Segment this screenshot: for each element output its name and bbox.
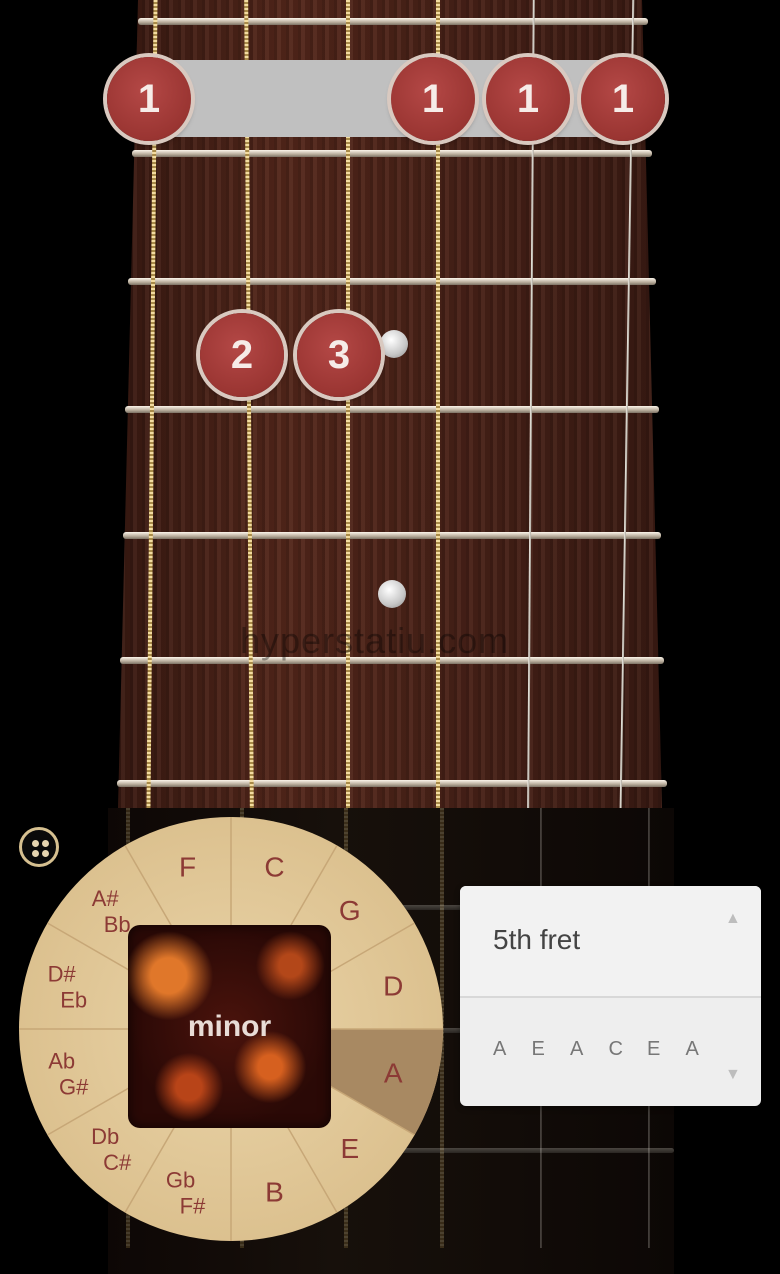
key-label: D <box>383 971 403 1002</box>
watermark: hyperstatiu.com <box>240 620 510 661</box>
key-label-top: Db <box>91 1124 119 1149</box>
key-label-top: A# <box>92 886 120 911</box>
key-label-top: Ab <box>48 1048 75 1073</box>
finger-marker[interactable]: 1 <box>581 57 665 141</box>
fret-position-label: 5th fret <box>493 924 581 955</box>
key-label-top: D# <box>48 962 77 987</box>
key-label-bottom: C# <box>103 1150 132 1175</box>
finger-marker[interactable]: 1 <box>107 57 191 141</box>
key-label-bottom: Eb <box>60 988 87 1013</box>
tuning-note: A <box>685 1038 700 1060</box>
key-b[interactable]: B <box>265 1176 284 1207</box>
key-label-bottom: F# <box>180 1193 206 1218</box>
key-d[interactable]: D <box>383 971 403 1002</box>
finger-marker[interactable]: 1 <box>486 57 570 141</box>
tuning-note: C <box>608 1038 624 1060</box>
key-label: G <box>339 895 361 926</box>
key-f[interactable]: F <box>179 852 196 883</box>
scroll-down-icon[interactable]: ▼ <box>725 1066 741 1084</box>
fret-position-picker[interactable]: 5th fret ▲ A E A C E A ▼ <box>460 886 761 1106</box>
tuning-note: A <box>570 1038 585 1060</box>
key-label: A <box>384 1057 403 1088</box>
finger-marker[interactable]: 2 <box>200 313 284 397</box>
fret-wire <box>117 780 667 787</box>
key-label-bottom: G# <box>59 1074 89 1099</box>
key-a[interactable]: A <box>384 1057 403 1088</box>
fret-wire <box>132 150 652 157</box>
key-label: F <box>179 852 196 883</box>
key-label: C <box>264 852 284 883</box>
key-label-top: Gb <box>166 1167 195 1192</box>
finger-marker[interactable]: 3 <box>297 313 381 397</box>
minor-mode-pad[interactable]: minor <box>128 925 331 1128</box>
tuning-note: E <box>531 1038 546 1060</box>
key-label: B <box>265 1176 284 1207</box>
tuning-note: E <box>647 1038 662 1060</box>
scroll-up-icon[interactable]: ▲ <box>725 910 741 928</box>
key-c[interactable]: C <box>264 852 284 883</box>
key-label-bottom: Bb <box>104 912 131 937</box>
mode-label: minor <box>187 1009 272 1043</box>
fret-wire <box>138 18 648 25</box>
tuning-notes: A E A C E A <box>493 1038 724 1061</box>
fret-wire <box>125 406 659 413</box>
key-label: E <box>340 1133 359 1164</box>
finger-marker[interactable]: 1 <box>391 57 475 141</box>
fret-wire <box>128 278 656 285</box>
fret-inlay-dot <box>378 580 406 608</box>
key-g[interactable]: G <box>339 895 361 926</box>
fret-position-row[interactable]: 5th fret <box>460 886 761 998</box>
fret-inlay-dot <box>380 330 408 358</box>
fret-wire <box>123 532 661 539</box>
tuning-note: A <box>493 1038 508 1060</box>
key-e[interactable]: E <box>340 1133 359 1164</box>
